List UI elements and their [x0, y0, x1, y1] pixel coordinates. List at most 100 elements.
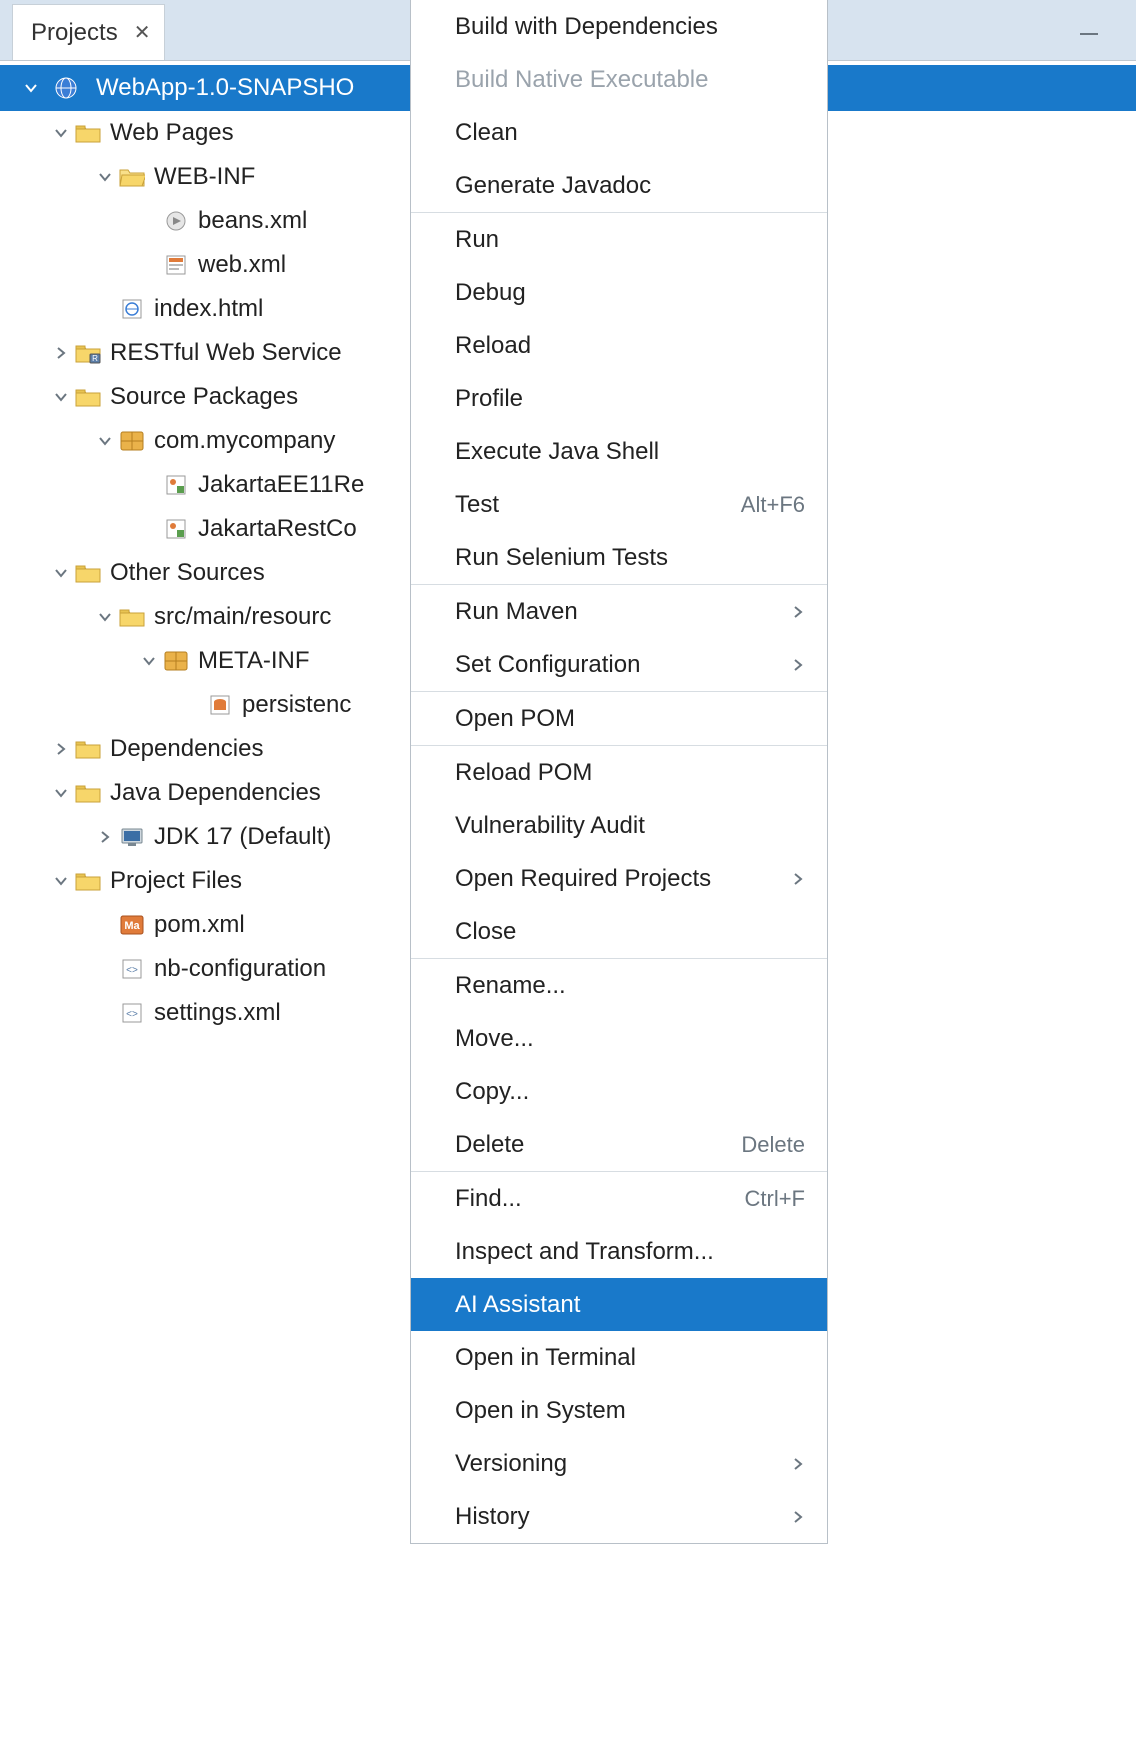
tree-node-label: JakartaRestCo	[198, 515, 357, 543]
jdk-icon	[118, 825, 146, 849]
tree-node-label: persistenc	[242, 691, 351, 719]
menu-item-label: Open Required Projects	[455, 865, 711, 893]
chevron-down-icon[interactable]	[94, 606, 116, 628]
tab-title: Projects	[31, 19, 118, 47]
bean-icon	[162, 209, 190, 233]
tree-node-label: Web Pages	[110, 119, 234, 147]
tree-node-label: Dependencies	[110, 735, 263, 763]
tree-node-label: WEB-INF	[154, 163, 255, 191]
chevron-right-icon	[791, 1457, 805, 1471]
chevron-down-icon[interactable]	[50, 386, 72, 408]
menu-item[interactable]: History	[411, 1490, 827, 1543]
persist-icon	[206, 693, 234, 717]
menu-item[interactable]: Find...Ctrl+F	[411, 1172, 827, 1225]
tree-node-label: JDK 17 (Default)	[154, 823, 331, 851]
menu-item-label: AI Assistant	[455, 1291, 580, 1319]
menu-item[interactable]: Open in System	[411, 1384, 827, 1437]
folder-dep-icon	[74, 781, 102, 805]
tree-node-label: settings.xml	[154, 999, 281, 1027]
menu-item[interactable]: Run Selenium Tests	[411, 531, 827, 584]
projects-tab[interactable]: Projects ✕	[12, 4, 165, 60]
close-icon[interactable]: ✕	[134, 20, 151, 45]
folder-other-icon	[74, 561, 102, 585]
folder-pkg-icon	[74, 385, 102, 409]
svg-text:Ma: Ma	[124, 920, 140, 932]
xml-icon: <>	[118, 1001, 146, 1025]
tree-node-label: Other Sources	[110, 559, 265, 587]
maven-icon: Ma	[118, 913, 146, 937]
menu-item[interactable]: Open Required Projects	[411, 852, 827, 905]
menu-item[interactable]: Set Configuration	[411, 638, 827, 691]
svg-text:<>: <>	[126, 1009, 138, 1020]
menu-item-label: Debug	[455, 279, 526, 307]
menu-item-label: Profile	[455, 385, 523, 413]
menu-item-label: Build Native Executable	[455, 66, 708, 94]
chevron-down-icon[interactable]	[50, 562, 72, 584]
menu-item[interactable]: Build with Dependencies	[411, 0, 827, 53]
folder-rest-icon: R	[74, 341, 102, 365]
menu-item[interactable]: Debug	[411, 266, 827, 319]
folder-web-icon	[74, 121, 102, 145]
menu-item[interactable]: Move...	[411, 1012, 827, 1065]
tree-node-label: beans.xml	[198, 207, 307, 235]
chevron-down-icon[interactable]	[50, 122, 72, 144]
chevron-right-icon[interactable]	[94, 826, 116, 848]
menu-item-label: Reload	[455, 332, 531, 360]
menu-item[interactable]: TestAlt+F6	[411, 478, 827, 531]
menu-item-label: Run	[455, 226, 499, 254]
chevron-down-icon[interactable]	[138, 650, 160, 672]
tree-node-label: META-INF	[198, 647, 310, 675]
chevron-down-icon	[20, 77, 42, 99]
window-minimize-button[interactable]	[1064, 14, 1114, 54]
menu-item-label: Test	[455, 491, 499, 519]
chevron-down-icon[interactable]	[94, 166, 116, 188]
menu-item[interactable]: Inspect and Transform...	[411, 1225, 827, 1278]
menu-item-label: Execute Java Shell	[455, 438, 659, 466]
menu-item[interactable]: Vulnerability Audit	[411, 799, 827, 852]
menu-item-label: Run Selenium Tests	[455, 544, 668, 572]
menu-item[interactable]: Run	[411, 213, 827, 266]
menu-item[interactable]: Clean	[411, 106, 827, 159]
menu-item-label: Close	[455, 918, 516, 946]
package-icon	[162, 649, 190, 673]
menu-item[interactable]: Open POM	[411, 692, 827, 745]
menu-shortcut: Delete	[741, 1132, 805, 1158]
menu-item: Build Native Executable	[411, 53, 827, 106]
chevron-right-icon[interactable]	[50, 342, 72, 364]
menu-item[interactable]: Versioning	[411, 1437, 827, 1490]
chevron-down-icon[interactable]	[50, 870, 72, 892]
menu-item-label: Inspect and Transform...	[455, 1238, 714, 1266]
menu-item[interactable]: Reload POM	[411, 746, 827, 799]
context-menu[interactable]: Build with Dependencies Build Native Exec…	[410, 0, 828, 1544]
globe-icon	[52, 76, 80, 100]
menu-item[interactable]: Profile	[411, 372, 827, 425]
menu-item-label: Generate Javadoc	[455, 172, 651, 200]
menu-item[interactable]: Execute Java Shell	[411, 425, 827, 478]
chevron-down-icon[interactable]	[50, 782, 72, 804]
menu-item[interactable]: Copy...	[411, 1065, 827, 1118]
menu-item-label: Move...	[455, 1025, 534, 1053]
tree-node-label: com.mycompany	[154, 427, 335, 455]
menu-item[interactable]: Rename...	[411, 959, 827, 1012]
menu-item[interactable]: Run Maven	[411, 585, 827, 638]
menu-item-label: Versioning	[455, 1450, 567, 1478]
package-icon	[118, 429, 146, 453]
chevron-down-icon[interactable]	[94, 430, 116, 452]
chevron-right-icon	[791, 1510, 805, 1524]
menu-item[interactable]: Close	[411, 905, 827, 958]
menu-item[interactable]: DeleteDelete	[411, 1118, 827, 1171]
webxml-icon	[162, 253, 190, 277]
menu-item-label: Rename...	[455, 972, 566, 1000]
menu-item[interactable]: AI Assistant	[411, 1278, 827, 1331]
java-icon	[162, 517, 190, 541]
menu-item-label: Open in Terminal	[455, 1344, 636, 1372]
xml-icon: <>	[118, 957, 146, 981]
chevron-right-icon[interactable]	[50, 738, 72, 760]
tree-node-label: web.xml	[198, 251, 286, 279]
menu-item[interactable]: Reload	[411, 319, 827, 372]
menu-item[interactable]: Open in Terminal	[411, 1331, 827, 1384]
folder-other-icon	[118, 605, 146, 629]
menu-item-label: Vulnerability Audit	[455, 812, 645, 840]
menu-item[interactable]: Generate Javadoc	[411, 159, 827, 212]
selected-node-label: WebApp-1.0-SNAPSHO	[96, 74, 354, 102]
